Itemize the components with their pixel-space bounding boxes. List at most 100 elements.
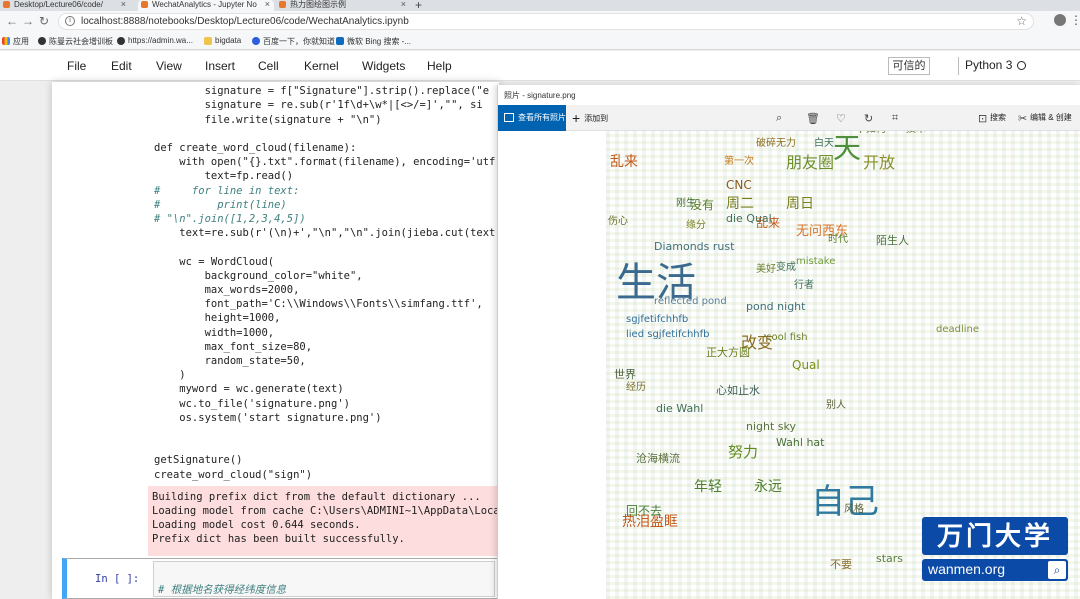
code-line: def create_word_cloud(filename): (154, 142, 357, 154)
jupyter-favicon-icon (3, 1, 10, 8)
wordcloud-word: 时代 (828, 234, 848, 245)
wordcloud-word: 开放 (863, 153, 896, 172)
bookmark-item[interactable]: 百度一下，你就知道 (252, 36, 335, 47)
wordcloud-word: deadline (936, 324, 980, 335)
zoom-icon[interactable]: ⌕ (776, 112, 782, 125)
browser-tab[interactable]: Desktop/Lecture06/code/ × (0, 0, 130, 11)
menu-widgets[interactable]: Widgets (362, 59, 405, 73)
code-line: ) (154, 369, 186, 382)
wordcloud-word: 一天 (829, 131, 862, 161)
code-line: signature = f["Signature"].strip().repla… (154, 85, 490, 98)
address-bar: ← → ↻ i localhost:8888/notebooks/Desktop… (0, 11, 1080, 32)
menu-view[interactable]: View (156, 59, 182, 73)
kernel-indicator[interactable]: Python 3 (958, 57, 1027, 75)
crop-icon[interactable]: ⌗ (892, 112, 898, 125)
code-line: text=re.sub(r'(\n)+',"\n","\n".join(jieb… (154, 227, 499, 240)
close-icon[interactable]: × (265, 0, 270, 9)
edit-icon[interactable]: ✂ (1018, 112, 1027, 125)
wordcloud-word: stars (876, 552, 904, 565)
forward-icon[interactable]: → (22, 14, 34, 28)
wordcloud-word: 别人 (826, 400, 846, 411)
code-line: myword = wc.generate(text) (154, 383, 344, 396)
globe-icon (117, 37, 125, 45)
bookmark-star-icon[interactable]: ☆ (1016, 14, 1027, 28)
new-tab-icon[interactable]: + (415, 0, 422, 11)
wordcloud-word: 正大方圆 (706, 346, 750, 359)
back-icon[interactable]: ← (6, 14, 18, 28)
see-all-photos-button[interactable]: 查看所有照片 (498, 105, 566, 131)
cell-input[interactable]: # 根据地名获得经纬度信息 (153, 561, 495, 597)
watermark-logo: 万门大学 (922, 517, 1068, 555)
folder-icon (204, 37, 212, 45)
wordcloud-word: 乱来 (610, 154, 638, 170)
browser-tab[interactable]: 热力图绘图示例 × (276, 0, 410, 11)
tab-title: Desktop/Lecture06/code/ (14, 0, 103, 9)
wordcloud-word: 世界 (614, 368, 636, 381)
url-field[interactable]: i localhost:8888/notebooks/Desktop/Lectu… (58, 13, 1034, 30)
wordcloud-word: 朋友圈 (786, 153, 835, 172)
notebook-page: for f in friends: signature = f["Signatu… (52, 82, 499, 599)
site-info-icon[interactable]: i (65, 16, 75, 26)
output-line: Loading model from cache C:\Users\ADMINI… (152, 505, 499, 517)
browser-tab-active[interactable]: WechatAnalytics - Jupyter No × (138, 0, 274, 11)
code-line: signature = re.sub(r'1f\d+\w*|[<>/=]',""… (154, 99, 483, 112)
account-avatar-icon[interactable] (1054, 14, 1066, 26)
code-line: # "\n".join([1,2,3,4,5]) (154, 213, 306, 225)
code-line: max_font_size=80, (154, 340, 313, 353)
browser-menu-icon[interactable]: ⋮ (1070, 13, 1080, 27)
wordcloud-word: 心如止水 (716, 384, 760, 397)
menu-file[interactable]: File (67, 59, 86, 73)
wordcloud-word: Wahl hat (776, 436, 825, 449)
code-line: with open("{}.txt".format(filename), enc… (154, 156, 499, 169)
delete-icon[interactable]: 🗑 (806, 112, 820, 125)
add-to-button[interactable]: + 添加到 (572, 105, 608, 132)
wordcloud-word: 年轻 (694, 479, 722, 495)
bookmark-item[interactable]: 陈曼云社会增训板 (38, 36, 113, 47)
code-comment: # 根据地名获得经纬度信息 (158, 584, 287, 596)
bookmark-apps[interactable]: 应用 (2, 36, 29, 47)
bookmark-item[interactable]: 微软 Bing 搜索 -... (336, 36, 411, 47)
bookmark-folder[interactable]: bigdata (204, 36, 241, 45)
wordcloud-word: 行者 (794, 280, 814, 291)
tab-title: WechatAnalytics - Jupyter No (152, 0, 257, 9)
menu-edit[interactable]: Edit (111, 59, 132, 73)
menu-cell[interactable]: Cell (258, 59, 279, 73)
edit-create-button[interactable]: 编辑 & 创建 (1030, 105, 1072, 131)
bookmark-item[interactable]: https://admin.wa... (117, 36, 193, 45)
tab-title: 热力图绘图示例 (290, 0, 346, 9)
next-code-cell[interactable]: In [ ]: # 根据地名获得经纬度信息 (62, 558, 499, 599)
reload-icon[interactable]: ↻ (39, 14, 49, 28)
code-line: file.write(signature + "\n") (154, 113, 382, 126)
jupyter-favicon-icon (279, 1, 286, 8)
menu-insert[interactable]: Insert (205, 59, 235, 73)
kernel-idle-icon (1017, 61, 1027, 70)
watermark-url: wanmen.org (928, 561, 1006, 577)
close-icon[interactable]: × (121, 0, 126, 9)
wordcloud-word: cool fish (766, 332, 808, 343)
wordcloud-word: 风格 (844, 504, 864, 515)
menu-kernel[interactable]: Kernel (304, 59, 339, 73)
trusted-indicator[interactable]: 可信的 (888, 57, 930, 75)
menu-help[interactable]: Help (427, 59, 452, 73)
wordcloud-word: 周二 (726, 196, 754, 212)
wordcloud-word: 破碎无力 (756, 138, 796, 149)
output-line: Loading model cost 0.644 seconds. (152, 519, 361, 531)
url-text: localhost:8888/notebooks/Desktop/Lecture… (81, 16, 409, 27)
wordcloud-word: shuaiqi (832, 131, 864, 134)
wordcloud-word: 不要 (830, 558, 852, 571)
code-line: getSignature() (154, 454, 243, 467)
close-icon[interactable]: × (401, 0, 406, 9)
code-line: random_state=50, (154, 355, 306, 367)
wordcloud-word: 经历 (626, 382, 646, 393)
wordcloud-word: CNC (726, 178, 752, 192)
rotate-icon[interactable]: ↻ (864, 112, 873, 125)
wordcloud-word: 回不去 (626, 504, 663, 518)
cell-output-stderr: Building prefix dict from the default di… (148, 486, 499, 556)
search-button[interactable]: 搜索 (990, 105, 1006, 131)
watermark-url-bar: wanmen.org ⌕ (922, 559, 1068, 581)
wordcloud-word: 刚生 (676, 198, 696, 209)
output-line: Building prefix dict from the default di… (152, 491, 481, 503)
search-photos-icon[interactable]: ⊡ (978, 112, 987, 125)
wordcloud-word: 缘分 (686, 220, 706, 231)
favorite-heart-icon[interactable]: ♡ (836, 112, 846, 125)
